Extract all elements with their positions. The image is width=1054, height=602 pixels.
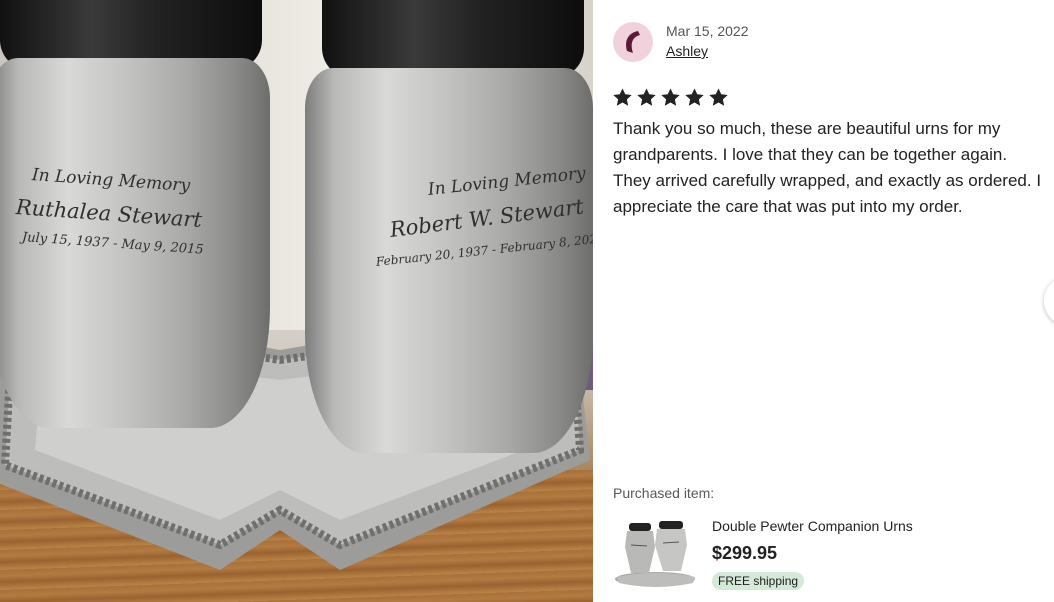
review-text: Thank you so much, these are beautiful u… — [613, 119, 1042, 216]
star-icon — [661, 88, 680, 106]
star-icon — [613, 88, 632, 106]
star-icon — [685, 88, 704, 106]
purchased-item-price: $299.95 — [712, 543, 778, 563]
reviewer-avatar[interactable] — [613, 22, 653, 62]
reviewer-avatar-icon — [626, 31, 640, 53]
star-icon — [709, 88, 728, 106]
purchased-item-title-link[interactable]: Double Pewter Companion Urns — [712, 518, 913, 534]
purchased-item-image — [615, 521, 695, 587]
review-date: Mar 15, 2022 — [666, 23, 749, 39]
right-urn-lid — [322, 0, 584, 78]
reviewer-name-link[interactable]: Ashley — [666, 43, 708, 59]
review-photo[interactable]: In Loving Memory Ruthalea Stewart July 1… — [0, 0, 593, 602]
purchased-item-label: Purchased item: — [613, 485, 715, 501]
free-shipping-badge: FREE shipping — [712, 572, 805, 590]
star-icon — [637, 88, 656, 106]
star-rating — [612, 87, 729, 108]
purchased-item-thumbnail[interactable] — [613, 517, 698, 589]
next-review-button[interactable] — [1044, 276, 1054, 326]
